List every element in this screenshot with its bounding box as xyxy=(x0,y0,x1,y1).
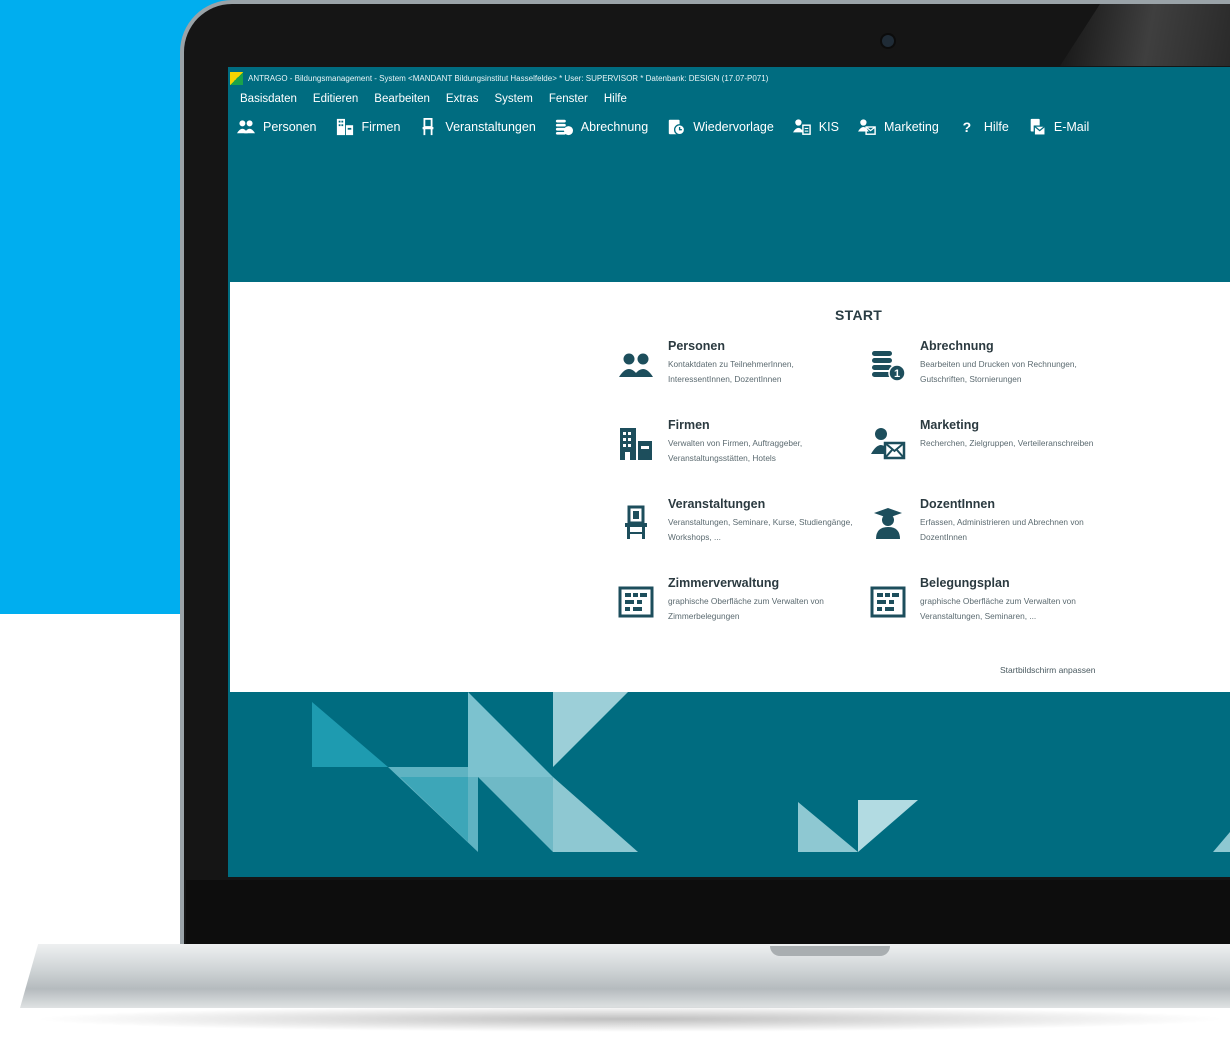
menu-system[interactable]: System xyxy=(495,93,533,105)
building-icon xyxy=(336,118,354,136)
toolbar-label: KIS xyxy=(818,120,839,134)
toolbar-label: Hilfe xyxy=(983,120,1009,134)
tile-personen[interactable]: Personen Kontaktdaten zu TeilnehmerInnen… xyxy=(618,339,858,399)
marketing-icon xyxy=(870,426,906,462)
tile-marketing[interactable]: Marketing Recherchen, Zielgruppen, Verte… xyxy=(870,418,1110,478)
people-icon xyxy=(237,118,255,136)
chair-icon xyxy=(618,505,654,541)
tile-title: Personen xyxy=(668,339,725,353)
webcam-icon xyxy=(882,35,894,47)
laptop-bezel-bottom xyxy=(186,880,1230,944)
tile-description: Erfassen, Administrieren und Abrechnen v… xyxy=(920,517,1084,542)
coins-icon xyxy=(555,118,573,136)
toolbar-firmen-button[interactable]: Firmen xyxy=(336,118,401,136)
triangle-shape xyxy=(553,692,628,767)
tile-title: Zimmerverwaltung xyxy=(668,576,780,590)
grid-plan-icon xyxy=(870,584,906,620)
marketing-icon xyxy=(857,118,876,136)
toolbar-abrechnung-button[interactable]: Abrechnung xyxy=(555,118,648,136)
tile-description: graphische Oberfläche zum Verwalten von … xyxy=(668,596,824,621)
menu-basisdaten[interactable]: Basisdaten xyxy=(240,93,297,105)
tile-abrechnung[interactable]: 1 Abrechnung Bearbeiten und Drucken von … xyxy=(870,339,1110,399)
menu-editieren[interactable]: Editieren xyxy=(313,93,358,105)
tile-title: Firmen xyxy=(668,418,710,432)
email-icon xyxy=(1028,118,1046,136)
laptop-shadow xyxy=(30,1006,1230,1032)
triangle-shape xyxy=(553,777,638,852)
coins-icon: 1 xyxy=(870,347,906,383)
svg-text:1: 1 xyxy=(894,368,900,380)
toolbar-marketing-button[interactable]: Marketing xyxy=(857,118,939,136)
triangle-shape xyxy=(478,777,553,852)
toolbar-veranstaltungen-button[interactable]: Veranstaltungen xyxy=(419,118,536,136)
menu-bearbeiten[interactable]: Bearbeiten xyxy=(374,93,430,105)
toolbar: Personen Firmen Veranstaltungen Abrechnu… xyxy=(237,118,1108,136)
toolbar-label: Marketing xyxy=(883,120,939,134)
window-title: ANTRAGO - Bildungsmanagement - System <M… xyxy=(248,73,769,83)
menu-bar: Basisdaten Editieren Bearbeiten Extras S… xyxy=(240,93,643,105)
question-icon: ? xyxy=(962,119,972,135)
triangle-shape xyxy=(468,692,553,777)
tile-dozentinnen[interactable]: DozentInnen Erfassen, Administrieren und… xyxy=(870,497,1110,557)
tile-title: Veranstaltungen xyxy=(668,497,766,511)
teacher-icon xyxy=(870,505,906,541)
building-icon xyxy=(618,426,654,462)
toolbar-label: Veranstaltungen xyxy=(445,120,536,134)
toolbar-hilfe-button[interactable]: ? Hilfe xyxy=(958,118,1009,136)
triangle-shape xyxy=(858,800,918,852)
tile-veranstaltungen[interactable]: Veranstaltungen Veranstaltungen, Seminar… xyxy=(618,497,858,557)
menu-hilfe[interactable]: Hilfe xyxy=(604,93,627,105)
tile-title: Marketing xyxy=(920,418,980,432)
tile-description: Recherchen, Zielgruppen, Verteileranschr… xyxy=(920,438,1094,448)
toolbar-email-button[interactable]: E-Mail xyxy=(1028,118,1089,136)
tile-description: Bearbeiten und Drucken von Rechnungen, G… xyxy=(920,359,1077,384)
kis-icon xyxy=(792,118,811,136)
customize-start-link[interactable]: Startbildschirm anpassen xyxy=(1000,665,1095,675)
toolbar-label: E-Mail xyxy=(1053,120,1090,134)
toolbar-kis-button[interactable]: KIS xyxy=(792,118,839,136)
decorative-triangles xyxy=(312,692,1230,852)
tile-title: Abrechnung xyxy=(920,339,994,353)
triangle-shape xyxy=(798,802,858,852)
menu-fenster[interactable]: Fenster xyxy=(549,93,588,105)
tile-zimmerverwaltung[interactable]: Zimmerverwaltung graphische Oberfläche z… xyxy=(618,576,858,636)
tile-title: DozentInnen xyxy=(920,497,995,511)
chair-icon xyxy=(419,118,437,136)
grid-plan-icon xyxy=(618,584,654,620)
tile-firmen[interactable]: Firmen Verwalten von Firmen, Auftraggebe… xyxy=(618,418,858,478)
tile-description: Kontaktdaten zu TeilnehmerInnen, Interes… xyxy=(668,359,794,384)
window-titlebar: ANTRAGO - Bildungsmanagement - System <M… xyxy=(228,69,768,87)
app-window: ANTRAGO - Bildungsmanagement - System <M… xyxy=(228,67,1230,877)
start-title: START xyxy=(835,307,883,323)
triangle-shape xyxy=(312,702,388,767)
menu-extras[interactable]: Extras xyxy=(446,93,479,105)
toolbar-wiedervorlage-button[interactable]: Wiedervorlage xyxy=(667,118,774,136)
reminder-icon xyxy=(667,118,686,136)
start-panel: START Personen Kontaktdaten zu Teilnehme… xyxy=(230,282,1230,692)
toolbar-label: Personen xyxy=(263,120,317,134)
toolbar-personen-button[interactable]: Personen xyxy=(237,118,317,136)
people-icon xyxy=(618,347,654,383)
laptop-base xyxy=(20,944,1230,1008)
tile-description: Veranstaltungen, Seminare, Kurse, Studie… xyxy=(668,517,853,542)
tile-title: Belegungsplan xyxy=(920,576,1010,590)
app-logo-icon xyxy=(230,71,243,85)
toolbar-label: Firmen xyxy=(361,120,401,134)
triangle-shape xyxy=(1213,832,1230,852)
tile-description: Verwalten von Firmen, Auftraggeber, Vera… xyxy=(668,438,803,463)
tile-belegungsplan[interactable]: Belegungsplan graphische Oberfläche zum … xyxy=(870,576,1110,636)
toolbar-label: Abrechnung xyxy=(580,120,649,134)
toolbar-label: Wiedervorlage xyxy=(693,120,774,134)
laptop-notch xyxy=(770,946,890,956)
tile-description: graphische Oberfläche zum Verwalten von … xyxy=(920,596,1076,621)
